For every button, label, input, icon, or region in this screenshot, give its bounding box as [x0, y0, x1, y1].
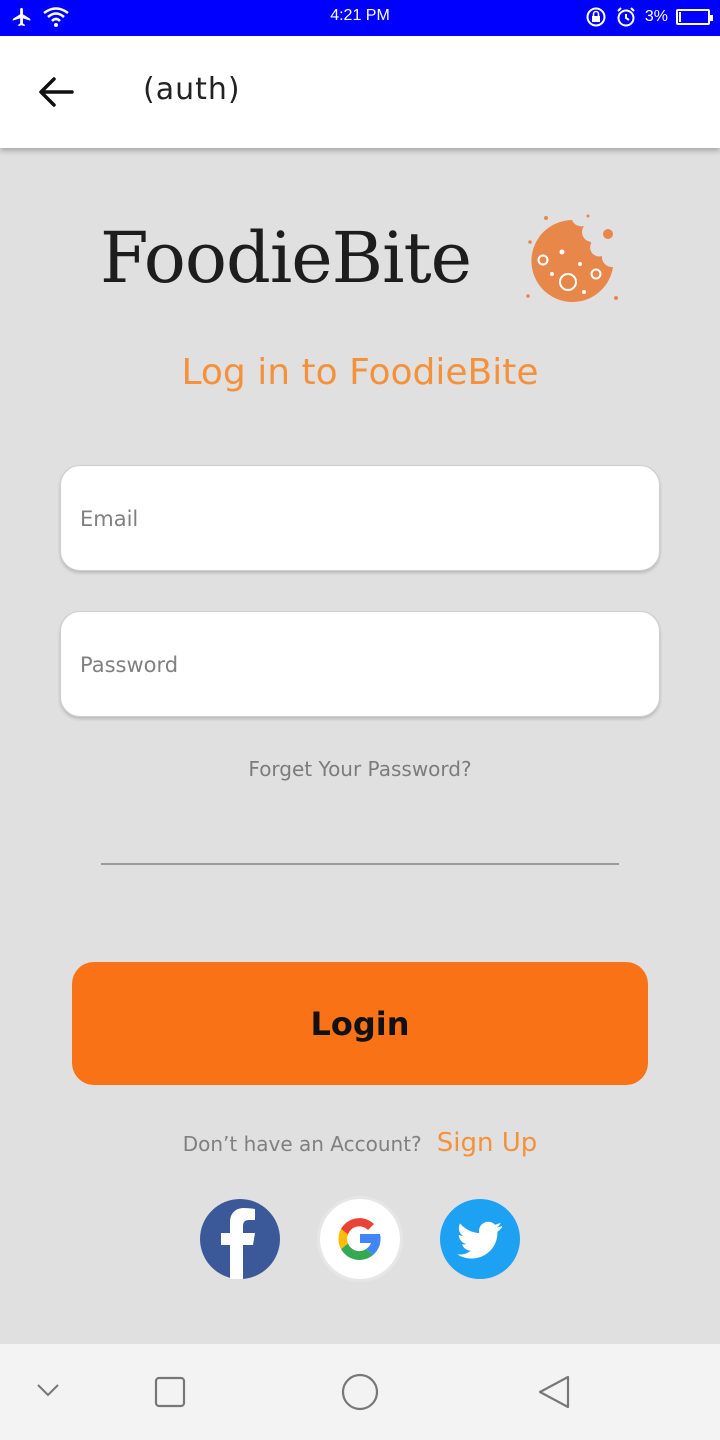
page-title: (auth) [143, 72, 241, 107]
signup-question: Don’t have an Account? [182, 1132, 422, 1156]
system-nav-bar [0, 1344, 720, 1440]
status-bar: 4:21 PM 3% [0, 0, 720, 36]
app-logo: FoodieBite [100, 208, 620, 308]
twitter-button[interactable] [440, 1199, 520, 1279]
logo-text: FoodieBite [100, 217, 472, 299]
lock-rotation-icon [586, 7, 606, 27]
back-triangle-icon[interactable] [536, 1374, 572, 1410]
login-button[interactable]: Login [72, 962, 648, 1085]
battery-icon [676, 9, 713, 25]
email-input[interactable] [78, 466, 642, 572]
cookie-icon [526, 214, 618, 302]
google-button[interactable] [320, 1199, 400, 1279]
recent-apps-icon[interactable] [154, 1376, 186, 1408]
status-right-icons: 3% [585, 6, 713, 28]
signup-row: Don’t have an Account? Sign Up [0, 1128, 720, 1158]
password-input[interactable] [78, 612, 642, 718]
password-field[interactable] [60, 611, 660, 718]
signup-link[interactable]: Sign Up [437, 1128, 538, 1158]
facebook-icon [221, 1208, 255, 1279]
facebook-button[interactable] [200, 1199, 280, 1279]
email-field[interactable] [60, 465, 660, 572]
home-icon[interactable] [340, 1372, 380, 1412]
divider [101, 863, 619, 865]
back-arrow-icon[interactable] [36, 74, 76, 110]
login-heading: Log in to FoodieBite [181, 352, 539, 393]
battery-percent: 3% [644, 8, 668, 25]
alarm-icon [617, 7, 635, 27]
chevron-down-icon[interactable] [34, 1380, 62, 1400]
twitter-icon [457, 1221, 502, 1259]
google-icon [338, 1218, 381, 1260]
app-bar: (auth) [0, 36, 720, 148]
forgot-password-link[interactable]: Forget Your Password? [0, 757, 720, 781]
